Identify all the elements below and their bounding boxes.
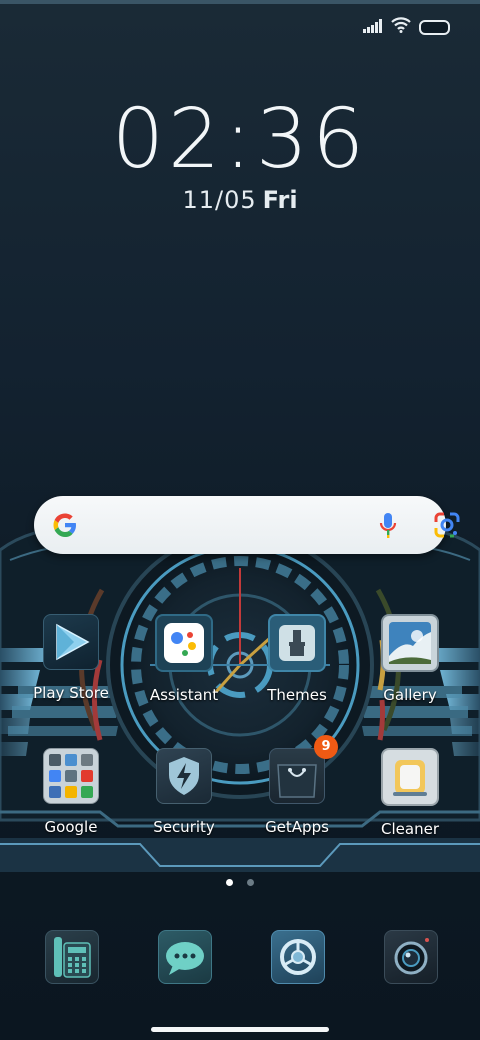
status-bar [363,16,450,38]
page-dot-active[interactable] [226,879,234,886]
app-label: Google [44,818,98,836]
assistant-icon [155,614,213,672]
page-indicator [0,871,480,890]
app-themes[interactable]: Themes [242,614,352,704]
app-label: Assistant [149,686,219,704]
app-gallery[interactable]: Gallery [355,614,465,704]
page-dot[interactable] [246,879,254,886]
dashboard-wallpaper [0,526,480,872]
app-label: Cleaner [381,820,439,838]
google-search-bar[interactable] [34,496,460,554]
app-getapps[interactable]: 9 GetApps [242,735,352,836]
battery-icon [419,19,450,35]
app-label: Gallery [383,686,437,704]
home-gesture-bar[interactable] [151,1027,329,1032]
lock-time[interactable]: 02:36 [0,92,480,187]
app-cleaner[interactable]: Cleaner [355,748,465,838]
app-security[interactable]: Security [129,748,239,836]
home-screen: 02:36 11/05 Fri Play Store Assistant The… [0,0,480,1040]
messages-icon[interactable] [158,930,212,984]
app-label: GetApps [265,818,329,836]
weekday-text: Fri [262,186,298,214]
google-g-icon [50,510,80,544]
gallery-icon [381,614,439,672]
notification-badge: 9 [314,735,338,759]
wifi-icon [391,17,411,37]
signal-bars-icon [363,18,383,37]
app-assistant[interactable]: Assistant [129,614,239,704]
play-store-icon [43,614,99,670]
browser-icon[interactable] [271,930,325,984]
lock-date[interactable]: 11/05 Fri [0,186,480,214]
camera-icon[interactable] [384,930,438,984]
app-play-store[interactable]: Play Store [16,614,126,702]
getapps-bag-icon: 9 [269,735,338,804]
microphone-icon[interactable] [378,510,398,544]
app-google-folder[interactable]: Google [16,748,126,836]
top-edge-strip [0,0,480,4]
cleaner-icon [381,748,439,806]
app-label: Play Store [33,684,109,702]
date-text: 11/05 [182,186,257,214]
themes-brush-icon [268,614,326,672]
app-label: Themes [267,686,327,704]
google-folder-icon [43,748,99,804]
google-lens-icon[interactable] [432,510,462,544]
security-shield-icon [156,748,212,804]
phone-icon[interactable] [45,930,99,984]
app-label: Security [153,818,215,836]
